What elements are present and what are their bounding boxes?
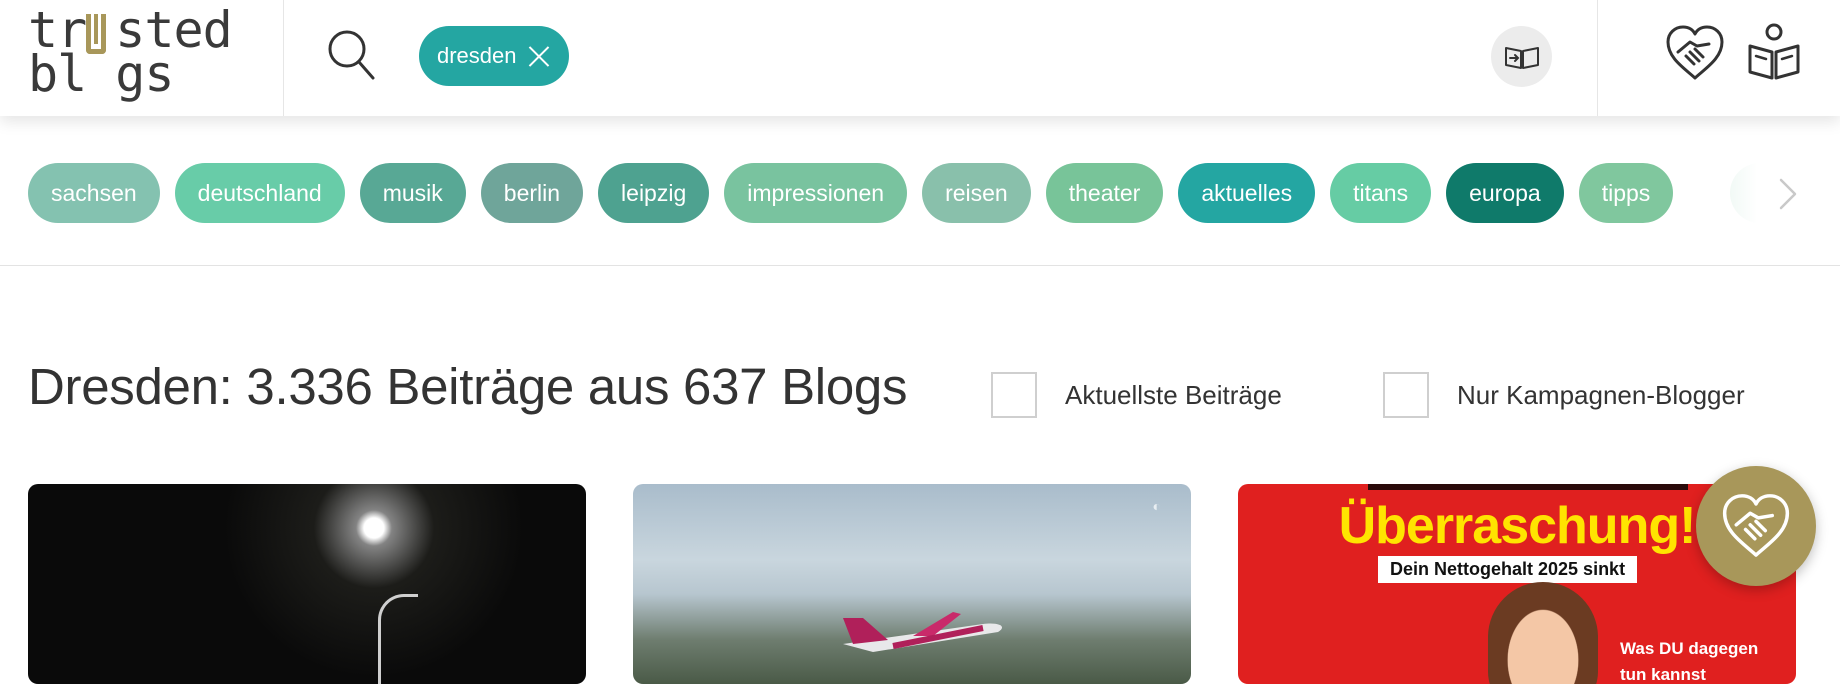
tag-bar: sachsen deutschland musik berlin leipzig…	[0, 116, 1840, 266]
card3-side-text: Was DU dagegen tun kannst	[1620, 636, 1758, 684]
latest-posts-checkbox[interactable]	[991, 372, 1037, 418]
tag-list: sachsen deutschland musik berlin leipzig…	[28, 163, 1674, 223]
tag-musik[interactable]: musik	[359, 163, 466, 223]
watermark-icon: ◐	[1152, 498, 1161, 514]
reader-mode-button[interactable]	[1491, 26, 1552, 87]
logo-book-mark-icon	[86, 14, 106, 54]
trustedblogs-logo[interactable]: tr sted bl gs	[0, 0, 284, 116]
tag-deutschland[interactable]: deutschland	[174, 163, 345, 223]
filter-campaign-bloggers[interactable]: Nur Kampagnen-Blogger	[1383, 372, 1745, 418]
card3-subheadline: Dein Nettogehalt 2025 sinkt	[1378, 556, 1638, 583]
campaign-bloggers-checkbox[interactable]	[1383, 372, 1429, 418]
post-card-2[interactable]: ◐	[633, 484, 1191, 684]
latest-posts-label: Aktuellste Beiträge	[1065, 379, 1282, 410]
handshake-heart-icon	[1722, 494, 1790, 557]
card3-side-line-1: Was DU dagegen	[1620, 639, 1759, 658]
tag-berlin[interactable]: berlin	[480, 163, 584, 223]
street-lamp-image	[378, 594, 418, 684]
site-header: tr sted bl gs dresden	[0, 0, 1840, 116]
campaign-bloggers-label: Nur Kampagnen-Blogger	[1457, 379, 1745, 410]
tag-aktuelles[interactable]: aktuelles	[1178, 163, 1316, 223]
tag-impressionen[interactable]: impressionen	[724, 163, 908, 223]
tag-theater[interactable]: theater	[1045, 163, 1164, 223]
filter-latest-posts[interactable]: Aktuellste Beiträge	[991, 372, 1282, 418]
open-book-arrow-icon	[1504, 46, 1539, 69]
tag-titans[interactable]: titans	[1330, 163, 1432, 223]
airplane-image	[843, 612, 1003, 652]
tag-sachsen[interactable]: sachsen	[28, 163, 160, 223]
search-icon[interactable]	[326, 28, 376, 82]
reader-profile-icon[interactable]	[1746, 22, 1802, 82]
active-tag-filter[interactable]: dresden	[419, 26, 569, 86]
tag-leipzig[interactable]: leipzig	[598, 163, 710, 223]
post-card-1[interactable]	[28, 484, 586, 684]
active-tag-label: dresden	[437, 43, 517, 68]
remove-tag-close-icon[interactable]	[527, 44, 551, 68]
tag-reisen[interactable]: reisen	[922, 163, 1031, 223]
handshake-heart-icon[interactable]	[1664, 22, 1726, 84]
card3-side-line-2: tun kannst	[1620, 665, 1706, 684]
logo-text-line-2: bl gs	[28, 45, 175, 103]
header-divider	[1597, 0, 1598, 116]
page-title: Dresden: 3.336 Beiträge aus 637 Blogs	[28, 358, 908, 415]
card3-top-bar	[1368, 484, 1688, 490]
tag-tipps[interactable]: tipps	[1578, 163, 1674, 223]
tag-europa[interactable]: europa	[1446, 163, 1564, 223]
surprised-person-image	[1488, 582, 1598, 684]
chevron-right-icon[interactable]	[1768, 174, 1808, 214]
campaign-fab-button[interactable]	[1696, 466, 1816, 586]
